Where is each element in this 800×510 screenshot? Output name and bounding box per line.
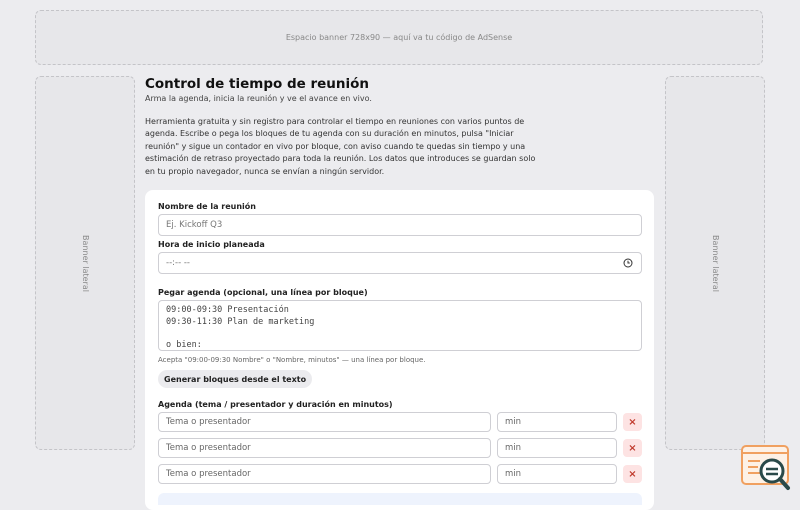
left-side-banner: Banner lateral <box>35 76 135 450</box>
delete-row-button[interactable]: × <box>623 439 642 457</box>
paste-agenda-hint: Acepta "09:00-09:30 Nombre" o "Nombre, m… <box>158 356 426 364</box>
top-ad-banner: Espacio banner 728x90 — aquí va tu códig… <box>35 10 763 65</box>
clock-icon[interactable] <box>623 258 633 268</box>
top-ad-banner-text: Espacio banner 728x90 — aquí va tu códig… <box>285 33 513 42</box>
agenda-topic-input[interactable]: Tema o presentador <box>158 438 491 458</box>
page-title: Control de tiempo de reunión <box>145 76 370 92</box>
page-subtitle: Arma la agenda, inicia la reunión y ve e… <box>145 94 372 103</box>
agenda-minutes-input[interactable]: min <box>497 438 617 458</box>
delete-row-button[interactable]: × <box>623 413 642 431</box>
left-side-banner-text: Banner lateral <box>80 234 90 292</box>
agenda-label: Agenda (tema / presentador y duración en… <box>158 400 393 409</box>
meeting-name-input[interactable]: Ej. Kickoff Q3 <box>158 214 642 236</box>
agenda-minutes-input[interactable]: min <box>497 464 617 484</box>
delete-row-button[interactable]: × <box>623 465 642 483</box>
start-time-value: --:-- -- <box>166 258 190 268</box>
meeting-name-placeholder: Ej. Kickoff Q3 <box>166 220 223 230</box>
agenda-minutes-input[interactable]: min <box>497 412 617 432</box>
generate-blocks-button[interactable]: Generar bloques desde el texto <box>158 370 313 388</box>
meeting-form-card: Nombre de la reunión Ej. Kickoff Q3 Hora… <box>145 190 654 510</box>
right-side-banner-text: Banner lateral <box>710 234 720 292</box>
start-time-label: Hora de inicio planeada <box>158 240 265 249</box>
paste-agenda-textarea[interactable]: 09:00-09:30 Presentación 09:30-11:30 Pla… <box>158 300 642 351</box>
start-time-input[interactable]: --:-- -- <box>158 252 642 274</box>
agenda-topic-input[interactable]: Tema o presentador <box>158 412 491 432</box>
site-logo-icon <box>741 445 790 490</box>
info-box-edge <box>158 493 642 505</box>
right-side-banner: Banner lateral <box>665 76 765 450</box>
paste-agenda-label: Pegar agenda (opcional, una línea por bl… <box>158 288 368 297</box>
agenda-topic-input[interactable]: Tema o presentador <box>158 464 491 484</box>
page-description: Herramienta gratuita y sin registro para… <box>145 117 536 176</box>
meeting-name-label: Nombre de la reunión <box>158 202 256 211</box>
